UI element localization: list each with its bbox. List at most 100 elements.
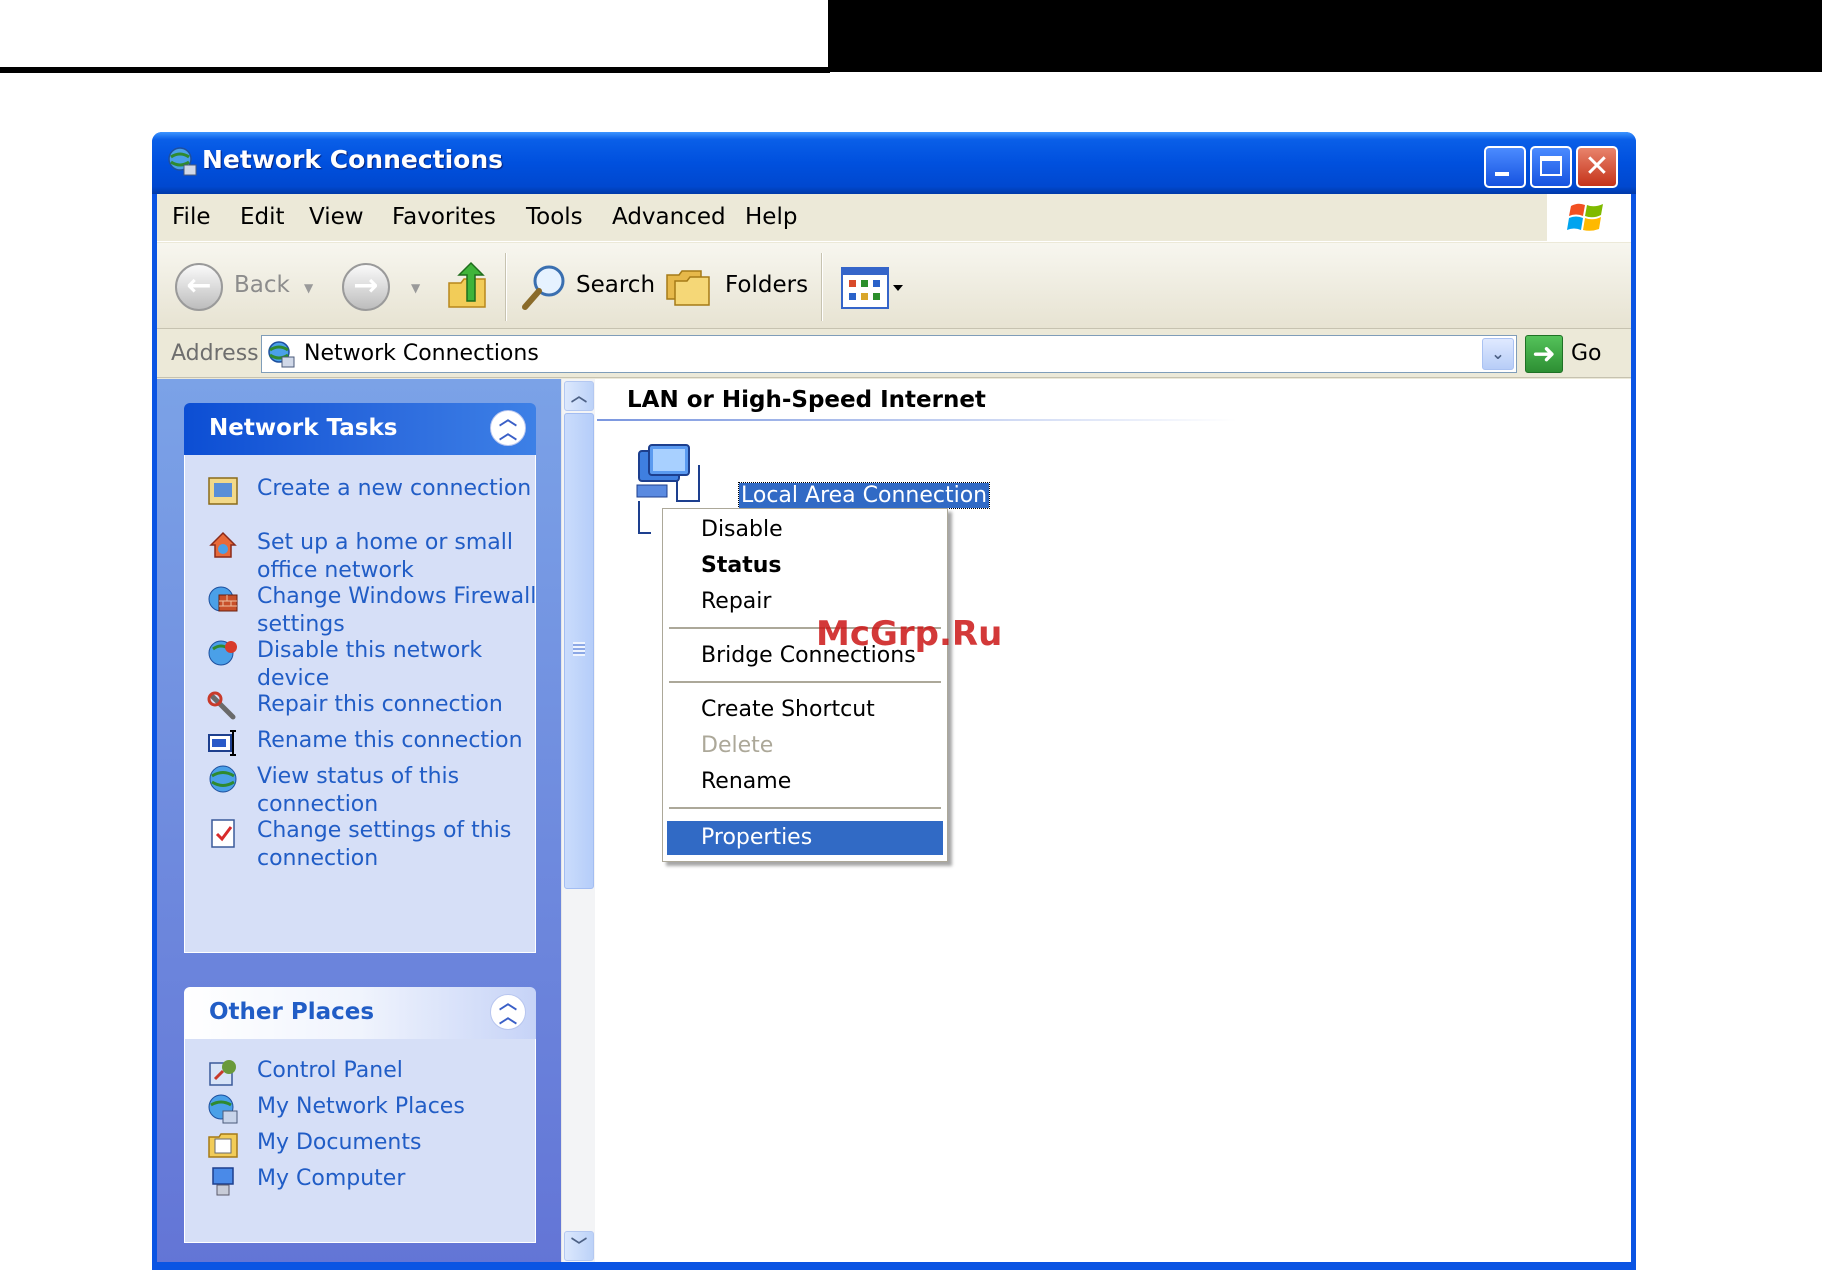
menu-help[interactable]: Help <box>745 204 797 230</box>
place-label: My Computer <box>257 1166 406 1191</box>
menu-item-rename[interactable]: Rename <box>667 765 943 799</box>
rename-icon <box>208 730 236 756</box>
place-label: Control Panel <box>257 1058 403 1083</box>
folders-button[interactable]: Folders <box>725 272 808 298</box>
grip-icon <box>573 642 585 656</box>
address-field[interactable]: Network Connections ⌄ <box>261 335 1517 373</box>
menu-file[interactable]: File <box>172 204 211 230</box>
task-label: Repair this connection <box>257 692 503 717</box>
address-label: Address <box>171 341 259 366</box>
place-label: My Network Places <box>257 1094 465 1119</box>
toolbar: ← Back ▼ → ▼ Search Folders <box>157 243 1631 329</box>
menu-edit[interactable]: Edit <box>240 204 285 230</box>
windows-flag-icon <box>1567 203 1603 231</box>
network-tasks-list: Create a new connection Set up a home or… <box>184 455 536 953</box>
back-label: Back <box>234 272 290 298</box>
back-dropdown-icon[interactable]: ▼ <box>304 281 313 295</box>
collapse-other-places-button[interactable]: ︿ ︿ <box>490 994 526 1030</box>
network-globe-icon <box>168 147 197 176</box>
folders-icon[interactable] <box>665 265 713 309</box>
minimize-icon <box>1495 172 1509 176</box>
disable-network-icon <box>208 640 237 666</box>
context-menu: Disable Status Repair Bridge Connections… <box>662 508 948 862</box>
double-chevron-up-icon: ︿ ︿ <box>499 409 517 444</box>
page-header-bar <box>828 0 1822 72</box>
title-bar[interactable]: Network Connections ✕ <box>152 132 1636 194</box>
scroll-down-button[interactable]: ﹀ <box>564 1231 594 1261</box>
menu-item-label: Create Shortcut <box>701 697 875 722</box>
menu-item-label: Repair <box>701 589 772 614</box>
search-icon[interactable] <box>519 261 571 313</box>
forward-button[interactable]: → <box>342 263 390 311</box>
go-arrow-icon: ➜ <box>1532 337 1556 370</box>
menu-item-label: Properties <box>701 825 813 850</box>
forward-arrow-icon: → <box>353 268 379 303</box>
task-label: View status of this connection <box>257 764 460 817</box>
other-places-panel: Other Places ︿ ︿ Control Panel My Network… <box>184 987 536 1243</box>
task-label: Change settings of this connection <box>257 818 512 871</box>
menu-advanced[interactable]: Advanced <box>612 204 726 230</box>
back-button[interactable]: ← <box>175 263 223 311</box>
address-dropdown-button[interactable]: ⌄ <box>1482 338 1514 370</box>
up-folder-icon[interactable] <box>445 261 489 311</box>
double-chevron-up-icon: ︿ ︿ <box>499 993 517 1028</box>
views-icon[interactable] <box>841 267 905 309</box>
menu-item-label: Status <box>701 553 782 578</box>
menu-item-disable[interactable]: Disable <box>667 513 943 547</box>
group-header: LAN or High-Speed Internet <box>627 387 986 413</box>
group-header-rule <box>597 419 1237 421</box>
menu-item-create-shortcut[interactable]: Create Shortcut <box>667 693 943 727</box>
menu-bar: File Edit View Favorites Tools Advanced … <box>157 194 1631 242</box>
scroll-thumb[interactable] <box>564 413 594 889</box>
control-panel-icon <box>209 1060 236 1086</box>
search-button[interactable]: Search <box>576 272 655 298</box>
maximize-button[interactable] <box>1530 146 1572 188</box>
window-bottom-border <box>152 1262 1636 1270</box>
new-connection-icon <box>208 477 238 505</box>
windows-logo <box>1547 194 1631 241</box>
firewall-icon <box>208 586 238 612</box>
maximize-icon <box>1540 156 1562 176</box>
close-button[interactable]: ✕ <box>1576 146 1618 188</box>
chevron-down-icon: ﹀ <box>570 1236 587 1255</box>
watermark: McGrp.Ru <box>816 614 1003 654</box>
local-area-connection-label[interactable]: Local Area Connection <box>737 482 991 509</box>
address-value: Network Connections <box>304 341 539 366</box>
other-places-header[interactable]: Other Places ︿ ︿ <box>184 987 536 1039</box>
menu-tools[interactable]: Tools <box>526 204 583 230</box>
forward-dropdown-icon[interactable]: ▼ <box>411 281 420 295</box>
menu-favorites[interactable]: Favorites <box>392 204 496 230</box>
go-label[interactable]: Go <box>1571 341 1602 366</box>
other-places-list: Control Panel My Network Places My Docum… <box>184 1039 536 1243</box>
menu-item-label: Delete <box>701 733 774 758</box>
scroll-up-button[interactable]: ︿ <box>564 381 594 411</box>
back-arrow-icon: ← <box>186 268 212 303</box>
menu-item-properties[interactable]: Properties <box>667 821 943 855</box>
task-label: Change Windows Firewall settings <box>257 584 537 637</box>
menu-item-status[interactable]: Status <box>667 549 943 583</box>
other-places-title: Other Places <box>209 999 375 1025</box>
close-icon: ✕ <box>1584 149 1610 184</box>
vertical-scrollbar[interactable]: ︿ ﹀ <box>561 379 595 1265</box>
task-label: Rename this connection <box>257 728 523 753</box>
toolbar-separator <box>821 253 823 321</box>
task-pane: Network Tasks ︿ ︿ Create a new connection… <box>157 379 561 1265</box>
computer-icon <box>212 1167 234 1196</box>
menu-item-delete: Delete <box>667 729 943 763</box>
network-places-icon <box>208 1094 238 1124</box>
minimize-button[interactable] <box>1484 146 1526 188</box>
menu-separator <box>669 681 941 683</box>
menu-separator <box>669 807 941 809</box>
network-tasks-header[interactable]: Network Tasks ︿ ︿ <box>184 403 536 455</box>
repair-icon <box>207 691 236 720</box>
home-network-icon <box>209 531 237 558</box>
network-tasks-title: Network Tasks <box>209 415 398 441</box>
menu-item-label: Rename <box>701 769 792 794</box>
chevron-down-icon: ⌄ <box>1491 344 1505 363</box>
address-bar: Address Network Connections ⌄ ➜ Go <box>157 330 1631 378</box>
go-button[interactable]: ➜ <box>1525 335 1563 373</box>
task-label: Disable this network device <box>257 638 483 691</box>
collapse-network-tasks-button[interactable]: ︿ ︿ <box>490 410 526 446</box>
menu-view[interactable]: View <box>309 204 364 230</box>
page-header-rule <box>0 67 830 73</box>
